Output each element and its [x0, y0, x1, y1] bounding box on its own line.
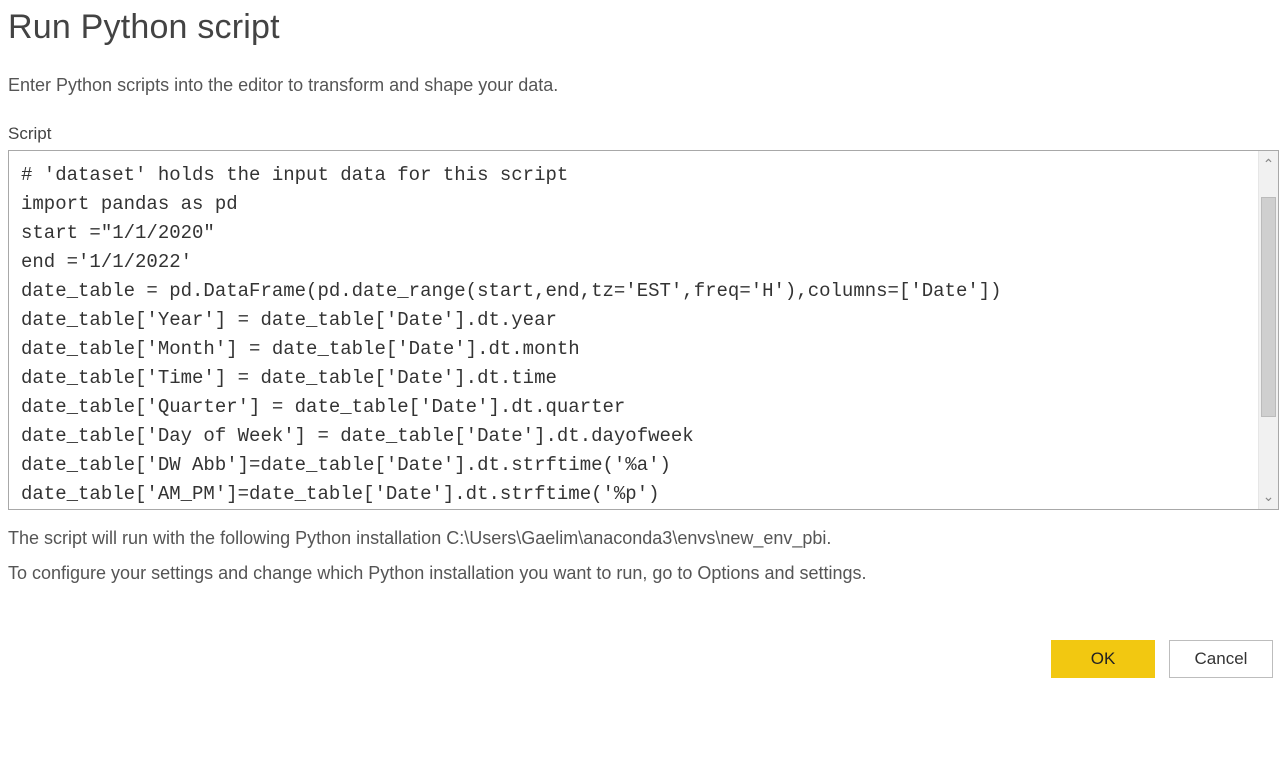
scrollbar-thumb[interactable]	[1261, 197, 1276, 417]
script-label: Script	[8, 124, 1279, 144]
cancel-button[interactable]: Cancel	[1169, 640, 1273, 678]
scroll-down-icon[interactable]: ⌄	[1263, 483, 1275, 509]
ok-button[interactable]: OK	[1051, 640, 1155, 678]
python-install-info: The script will run with the following P…	[8, 528, 1279, 549]
scrollbar[interactable]: ⌃ ⌄	[1258, 151, 1278, 509]
script-editor-container: ⌃ ⌄	[8, 150, 1279, 510]
dialog-button-row: OK Cancel	[8, 640, 1279, 678]
dialog-title: Run Python script	[8, 8, 1279, 47]
configure-info: To configure your settings and change wh…	[8, 563, 1279, 584]
scrollbar-track[interactable]	[1259, 177, 1278, 483]
instruction-text: Enter Python scripts into the editor to …	[8, 75, 1279, 96]
script-textarea[interactable]	[9, 151, 1258, 509]
scroll-up-icon[interactable]: ⌃	[1263, 151, 1275, 177]
